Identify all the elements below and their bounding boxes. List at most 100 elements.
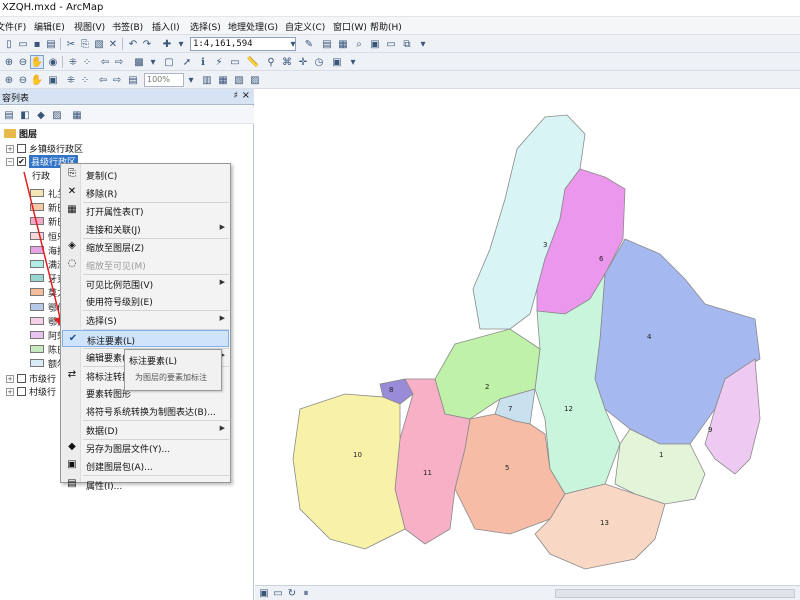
focus-data-frame-icon[interactable]: ▦	[216, 73, 230, 87]
context-menu-item[interactable]: ▤ 属性(I)...	[62, 476, 229, 493]
context-menu-item[interactable]: 连接和关联(J) ▶	[62, 220, 229, 237]
legend-swatch[interactable]	[30, 217, 44, 226]
layout-zoom-input[interactable]: 100%	[144, 73, 184, 87]
layer-checkbox[interactable]: ✔	[17, 157, 26, 166]
identify-icon[interactable]: ℹ	[196, 55, 210, 69]
layout-forward-icon[interactable]: ⇨	[110, 73, 124, 87]
legend-swatch[interactable]	[30, 274, 44, 283]
copy-icon[interactable]: ⎘	[78, 37, 92, 51]
toolbar-options-icon[interactable]: ▾	[416, 37, 430, 51]
toc-window-icon[interactable]: ▤	[320, 37, 334, 51]
legend-swatch[interactable]	[30, 288, 44, 297]
save-icon[interactable]: ▪	[30, 37, 44, 51]
undo-icon[interactable]: ↶	[126, 37, 140, 51]
layout-fixed-zoom-in-icon[interactable]: ⁜	[64, 73, 78, 87]
toc-layer-row[interactable]: + 乡镇级行政区	[6, 142, 83, 155]
layout-pan-icon[interactable]: ✋	[30, 73, 44, 87]
toolbar-options-icon[interactable]: ▾	[346, 55, 360, 69]
pin-icon[interactable]: ♯	[234, 91, 238, 101]
context-menu-item[interactable]: 使用符号级别(E)	[62, 292, 229, 309]
data-view-icon[interactable]: ▭	[271, 586, 285, 600]
dropdown-arrow-icon[interactable]: ▾	[174, 37, 188, 51]
arctoolbox-icon[interactable]: ▣	[368, 37, 382, 51]
zoom-in-icon[interactable]: ⊕	[2, 55, 16, 69]
map-display[interactable]: 3 6 4 12 2 7 8 11 10 5 1 9 13	[255, 89, 800, 585]
legend-swatch[interactable]	[30, 331, 44, 339]
hyperlink-icon[interactable]: ⚡	[212, 55, 226, 69]
menu-view[interactable]: 视图(V)	[74, 20, 105, 33]
list-by-visibility-icon[interactable]: ◆	[34, 108, 48, 122]
full-extent-icon[interactable]: ◉	[46, 55, 60, 69]
menu-edit[interactable]: 编辑(E)	[34, 20, 65, 33]
toc-root-row[interactable]: 图层	[4, 127, 37, 140]
options-icon[interactable]: ▦	[70, 108, 84, 122]
context-menu-item[interactable]: 选择(S) ▶	[62, 311, 229, 328]
html-popup-icon[interactable]: ▭	[228, 55, 242, 69]
layout-view-icon[interactable]: ▣	[257, 586, 271, 600]
context-menu-item[interactable]: ⎘ 复制(C)	[62, 166, 229, 183]
measure-icon[interactable]: 📏	[246, 55, 260, 69]
context-menu-item[interactable]: ◈ 缩放至图层(Z)	[62, 238, 229, 255]
time-slider-icon[interactable]: ◷	[312, 55, 326, 69]
change-layout-icon[interactable]: ▧	[232, 73, 246, 87]
context-menu-item[interactable]: 数据(D) ▶	[62, 421, 229, 438]
fixed-zoom-in-icon[interactable]: ⁜	[66, 55, 80, 69]
legend-swatch[interactable]	[30, 302, 44, 311]
list-by-selection-icon[interactable]: ▨	[50, 108, 64, 122]
forward-icon[interactable]: ⇨	[112, 55, 126, 69]
context-menu-item[interactable]: ✕ 移除(R)	[62, 184, 229, 201]
zoom-dropdown-icon[interactable]: ▾	[184, 73, 198, 87]
expand-icon[interactable]: +	[6, 387, 14, 396]
legend-swatch[interactable]	[30, 245, 44, 254]
layout-zoom-in-icon[interactable]: ⊕	[2, 73, 16, 87]
expand-icon[interactable]: +	[6, 374, 14, 383]
list-by-drawing-order-icon[interactable]: ▤	[2, 108, 16, 122]
find-icon[interactable]: ⚲	[264, 55, 278, 69]
menu-windows[interactable]: 窗口(W)	[333, 20, 367, 33]
zoom-out-icon[interactable]: ⊖	[16, 55, 30, 69]
toc-layer-row[interactable]: + 市级行	[6, 372, 56, 385]
horizontal-scrollbar[interactable]	[555, 589, 795, 598]
redo-icon[interactable]: ↷	[140, 37, 154, 51]
open-icon[interactable]: ▭	[16, 37, 30, 51]
context-menu-item[interactable]: ◌ 缩放至可见(M)	[62, 256, 229, 273]
refresh-icon[interactable]: ↻	[285, 586, 299, 600]
viewer-window-icon[interactable]: ▣	[330, 55, 344, 69]
cut-icon[interactable]: ✂	[64, 37, 78, 51]
find-route-icon[interactable]: ⌘	[280, 55, 294, 69]
editor-toolbar-icon[interactable]: ✎	[302, 37, 316, 51]
catalog-window-icon[interactable]: ▦	[336, 37, 350, 51]
clear-selection-icon[interactable]: ▢	[162, 55, 176, 69]
legend-swatch[interactable]	[30, 359, 44, 368]
legend-swatch[interactable]	[30, 189, 44, 197]
go-to-xy-icon[interactable]: ✛	[296, 55, 310, 69]
layout-back-icon[interactable]: ⇦	[96, 73, 110, 87]
legend-swatch[interactable]	[30, 345, 44, 354]
region-10[interactable]	[292, 393, 406, 550]
expand-icon[interactable]: +	[6, 144, 14, 153]
context-menu-item[interactable]: ▦ 打开属性表(T)	[62, 202, 229, 219]
context-menu-item[interactable]: ▣ 创建图层包(A)...	[62, 457, 229, 474]
model-builder-icon[interactable]: ⧉	[400, 37, 414, 51]
zoom-100-icon[interactable]: ▤	[126, 73, 140, 87]
back-icon[interactable]: ⇦	[98, 55, 112, 69]
data-driven-pages-icon[interactable]: ▨	[248, 73, 262, 87]
fixed-zoom-out-icon[interactable]: ⁘	[80, 55, 94, 69]
menu-bookmarks[interactable]: 书签(B)	[112, 20, 143, 33]
legend-swatch[interactable]	[30, 231, 44, 240]
new-document-icon[interactable]: ▯	[2, 37, 16, 51]
close-icon[interactable]: ×	[242, 90, 250, 101]
legend-swatch[interactable]	[30, 316, 44, 325]
toggle-draft-mode-icon[interactable]: ▥	[200, 73, 214, 87]
dropdown-arrow-icon[interactable]: ▾	[146, 55, 160, 69]
menu-help[interactable]: 帮助(H)	[370, 20, 402, 33]
select-features-icon[interactable]: ▩	[132, 55, 146, 69]
context-menu-item[interactable]: 将符号系统转换为制图表达(B)...	[62, 402, 229, 419]
zoom-whole-page-icon[interactable]: ▣	[46, 73, 60, 87]
scale-dropdown-icon[interactable]: ▾	[286, 37, 300, 51]
context-menu-item[interactable]: ✔ 标注要素(L)	[62, 329, 229, 347]
layer-checkbox[interactable]	[17, 374, 26, 383]
menu-file[interactable]: 文件(F)	[0, 20, 26, 33]
collapse-icon[interactable]: −	[6, 157, 14, 166]
layout-zoom-out-icon[interactable]: ⊖	[16, 73, 30, 87]
